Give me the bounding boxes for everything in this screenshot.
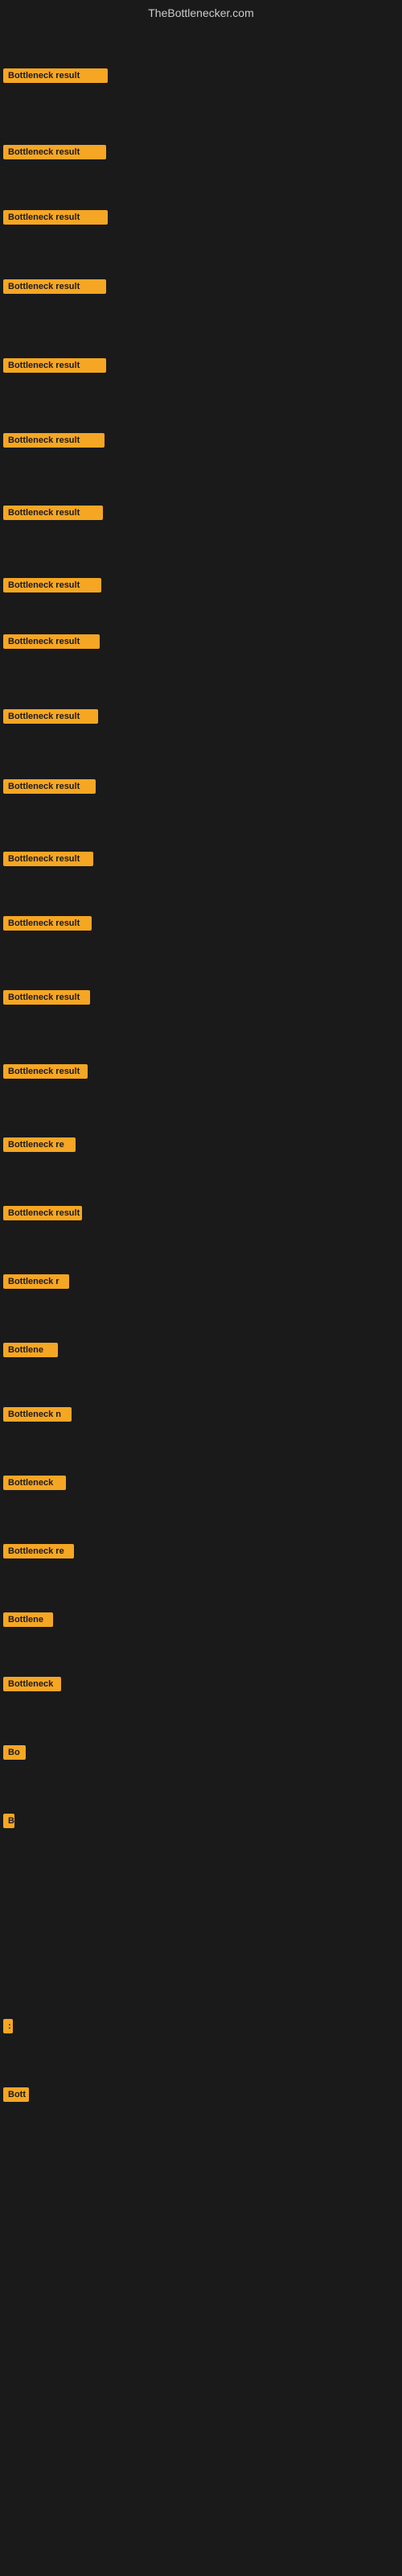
bottleneck-label: : [3,2019,13,2033]
list-item: Bottleneck result [3,779,96,798]
bottleneck-label: Bo [3,1745,26,1760]
list-item: Bottleneck result [3,433,105,452]
list-item: Bo [3,1745,26,1764]
list-item: Bottleneck re [3,1544,74,1563]
list-item: Bottleneck result [3,145,106,163]
bottleneck-label: Bottleneck result [3,634,100,649]
bottleneck-label: Bottleneck result [3,433,105,448]
list-item: Bottleneck result [3,916,92,935]
list-item: Bottleneck result [3,852,93,870]
list-item: Bottleneck result [3,279,106,298]
list-item: Bottleneck result [3,634,100,653]
bottleneck-label: Bottleneck re [3,1137,76,1152]
bottleneck-label: Bottleneck result [3,709,98,724]
bottleneck-label: Bottleneck result [3,358,106,373]
list-item: Bottleneck [3,1476,66,1494]
bottleneck-label: Bottleneck result [3,68,108,83]
bottleneck-label: Bottleneck [3,1476,66,1490]
bottleneck-label: Bottleneck result [3,279,106,294]
bottleneck-label: Bottleneck result [3,145,106,159]
bottleneck-label: Bottlene [3,1343,58,1357]
list-item: Bottleneck result [3,358,106,377]
list-item: Bottlene [3,1343,58,1361]
list-item: Bottleneck result [3,68,108,87]
list-item: Bottleneck n [3,1407,72,1426]
bottleneck-label: Bottleneck result [3,1206,82,1220]
bottleneck-label: Bottleneck [3,1677,61,1691]
bottleneck-label: Bottleneck result [3,852,93,866]
bottleneck-label: B [3,1814,14,1828]
bottleneck-label: Bott [3,2087,29,2102]
list-item: : [3,2019,13,2037]
list-item: Bottleneck re [3,1137,76,1156]
list-item: Bottleneck result [3,1206,82,1224]
list-item: Bottleneck r [3,1274,69,1293]
list-item: Bottleneck [3,1677,61,1695]
list-item: Bottleneck result [3,990,90,1009]
bottleneck-label: Bottleneck result [3,1064,88,1079]
list-item: Bottleneck result [3,1064,88,1083]
bottleneck-label: Bottleneck re [3,1544,74,1558]
list-item: Bottleneck result [3,709,98,728]
bottleneck-label: Bottleneck result [3,578,101,592]
bottleneck-label: Bottleneck result [3,779,96,794]
bottleneck-label: Bottlene [3,1612,53,1627]
bottleneck-label: Bottleneck n [3,1407,72,1422]
bottleneck-label: Bottleneck result [3,506,103,520]
list-item: B [3,1814,14,1832]
page-wrapper: TheBottlenecker.com Bottleneck result Bot… [0,0,402,2576]
bottleneck-label: Bottleneck result [3,210,108,225]
list-item: Bottleneck result [3,578,101,597]
bottleneck-label: Bottleneck result [3,990,90,1005]
list-item: Bott [3,2087,29,2106]
list-item: Bottleneck result [3,210,108,229]
bottleneck-label: Bottleneck r [3,1274,69,1289]
bottleneck-label: Bottleneck result [3,916,92,931]
site-title: TheBottlenecker.com [0,0,402,23]
list-item: Bottleneck result [3,506,103,524]
list-item: Bottlene [3,1612,53,1631]
